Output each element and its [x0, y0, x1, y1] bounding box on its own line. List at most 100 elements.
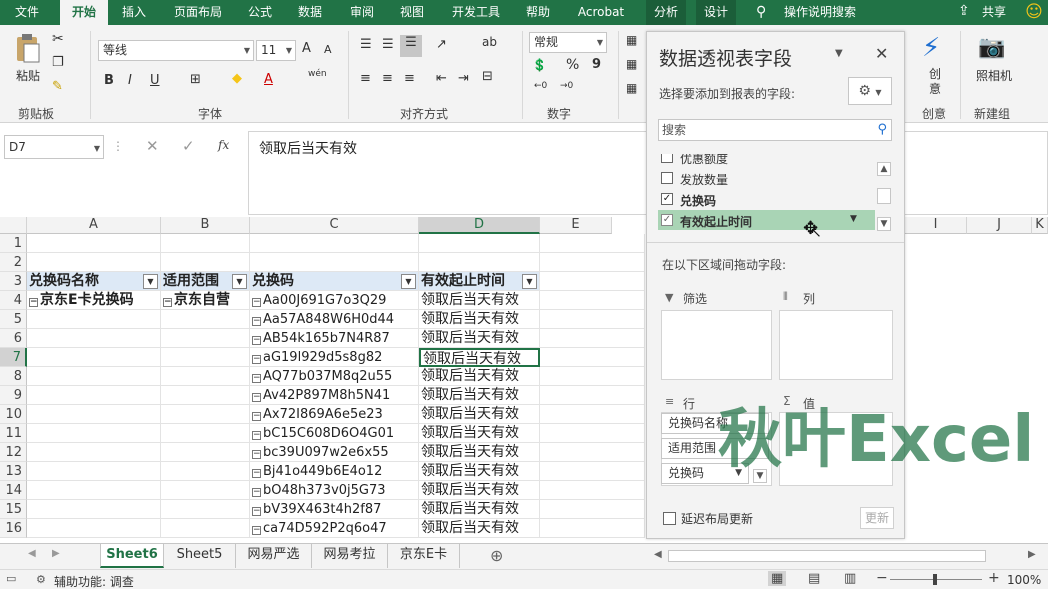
pivot-header-cell[interactable]: 兑换码 [250, 272, 419, 291]
selected-cell-d7[interactable]: 领取后当天有效 [419, 348, 540, 367]
column-header-a[interactable]: A [27, 217, 161, 234]
field-item[interactable]: 发放数量 [658, 169, 878, 187]
number-format-select[interactable]: 常规 ▼ [529, 32, 607, 53]
align-middle-icon[interactable]: ☰ [382, 37, 394, 52]
conditional-format-icon[interactable]: ▦ [626, 33, 637, 47]
cell[interactable] [161, 310, 250, 329]
field-item[interactable]: 优惠额度 [658, 154, 878, 166]
cell[interactable] [27, 386, 161, 405]
collapse-icon[interactable]: − [252, 374, 261, 383]
borders-icon[interactable]: ⊞ [190, 72, 201, 87]
tab-developer[interactable]: 开发工具 [444, 0, 508, 25]
field-checkbox[interactable] [661, 172, 673, 184]
cell[interactable] [540, 310, 645, 329]
insert-function-button[interactable]: fx [218, 138, 229, 152]
underline-button[interactable]: U [150, 73, 160, 88]
code-cell[interactable]: − Bj41o449b6E4o12 [250, 462, 419, 481]
smiley-icon[interactable]: ☺ [1022, 0, 1046, 25]
sheet-tab-sheet6[interactable]: Sheet6 [100, 544, 164, 568]
row-header[interactable]: 7 [0, 348, 27, 367]
column-header-i[interactable]: I [905, 217, 967, 234]
code-cell[interactable]: − AQ77b037M8q2u55 [250, 367, 419, 386]
accessibility-status[interactable]: 辅助功能: 调查 [54, 573, 134, 590]
bold-button[interactable]: B [104, 73, 114, 88]
row-header[interactable]: 13 [0, 462, 27, 481]
field-checkbox[interactable]: ✓ [661, 193, 673, 205]
collapse-icon[interactable]: − [163, 298, 172, 307]
cancel-icon[interactable]: ✕ [146, 137, 159, 155]
row-header[interactable]: 15 [0, 500, 27, 519]
wrap-text-icon[interactable]: ab [482, 35, 497, 49]
sheet-tab-sheet5[interactable]: Sheet5 [164, 544, 236, 568]
collapse-icon[interactable]: − [252, 355, 261, 364]
cell[interactable] [161, 462, 250, 481]
pane-options-chevron-icon[interactable]: ▼ [835, 48, 843, 59]
share-button[interactable]: 共享 [978, 0, 1010, 25]
cell[interactable] [161, 481, 250, 500]
validity-cell[interactable]: 领取后当天有效 [419, 519, 540, 538]
filter-dropdown-icon[interactable]: ▼ [401, 274, 416, 289]
horizontal-scrollbar-thumb[interactable] [668, 550, 986, 562]
cell[interactable] [161, 386, 250, 405]
field-checkbox[interactable] [661, 154, 673, 163]
cell[interactable] [540, 424, 645, 443]
validity-cell[interactable]: 领取后当天有效 [419, 405, 540, 424]
cell[interactable] [540, 481, 645, 500]
comma-button[interactable]: 9 [592, 57, 601, 72]
code-cell[interactable]: − Ax72I869A6e5e23 [250, 405, 419, 424]
cell[interactable] [419, 253, 540, 272]
gear-icon[interactable]: ⚙ ▼ [848, 77, 892, 105]
cell[interactable] [540, 272, 645, 291]
row-header[interactable]: 6 [0, 329, 27, 348]
tab-review[interactable]: 审阅 [342, 0, 382, 25]
zoom-in-icon[interactable]: + [988, 570, 1000, 586]
validity-cell[interactable]: 领取后当天有效 [419, 424, 540, 443]
cell[interactable] [540, 462, 645, 481]
code-cell[interactable]: − bC15C608D6O4G01 [250, 424, 419, 443]
cell[interactable] [161, 405, 250, 424]
cell[interactable] [161, 234, 250, 253]
cell[interactable] [540, 367, 645, 386]
shrink-font-button[interactable]: A [324, 43, 332, 56]
cell[interactable] [27, 329, 161, 348]
tab-page-layout[interactable]: 页面布局 [166, 0, 230, 25]
code-cell[interactable]: − bV39X463t4h2f87 [250, 500, 419, 519]
cell[interactable] [27, 348, 161, 367]
cell[interactable] [27, 519, 161, 538]
hscroll-right-icon[interactable]: ▶ [1028, 549, 1036, 560]
zoom-level[interactable]: 100% [1007, 573, 1041, 587]
format-painter-icon[interactable]: ✎ [52, 79, 63, 94]
column-header-c[interactable]: C [250, 217, 419, 234]
filter-dropdown-icon[interactable]: ▼ [232, 274, 247, 289]
cell[interactable] [250, 234, 419, 253]
cell-styles-icon[interactable]: ▦ [626, 81, 637, 95]
percent-button[interactable]: % [566, 57, 579, 73]
validity-cell[interactable]: 领取后当天有效 [419, 329, 540, 348]
tab-data[interactable]: 数据 [290, 0, 330, 25]
italic-button[interactable]: I [128, 73, 132, 88]
column-header-k[interactable]: K [1032, 217, 1048, 234]
row-header[interactable]: 12 [0, 443, 27, 462]
tab-home[interactable]: 开始 [60, 0, 108, 25]
collapse-icon[interactable]: − [252, 393, 261, 402]
currency-icon[interactable]: 💲 [532, 58, 547, 72]
tab-file[interactable]: 文件 [6, 0, 48, 25]
tell-me-search[interactable]: 操作说明搜索 [780, 0, 860, 25]
align-bottom-icon[interactable]: ☰ [400, 35, 422, 57]
row-header[interactable]: 5 [0, 310, 27, 329]
row-header[interactable]: 1 [0, 234, 27, 253]
cell[interactable] [27, 310, 161, 329]
tab-analyze[interactable]: 分析 [646, 0, 686, 25]
defer-update-checkbox[interactable] [663, 512, 676, 525]
tab-design[interactable]: 设计 [696, 0, 736, 25]
tab-view[interactable]: 视图 [392, 0, 432, 25]
field-search-input[interactable]: 搜索 ⚲ [658, 119, 892, 141]
validity-cell[interactable]: 领取后当天有效 [419, 367, 540, 386]
lightning-icon[interactable]: ⚡ [922, 33, 940, 63]
font-color-icon[interactable]: A [264, 72, 273, 87]
enter-icon[interactable]: ✓ [182, 137, 195, 155]
paste-icon[interactable] [14, 33, 42, 65]
create-button[interactable]: 创意 [924, 67, 946, 97]
cell[interactable] [161, 424, 250, 443]
indent-icon[interactable]: ⇤ [436, 71, 447, 86]
